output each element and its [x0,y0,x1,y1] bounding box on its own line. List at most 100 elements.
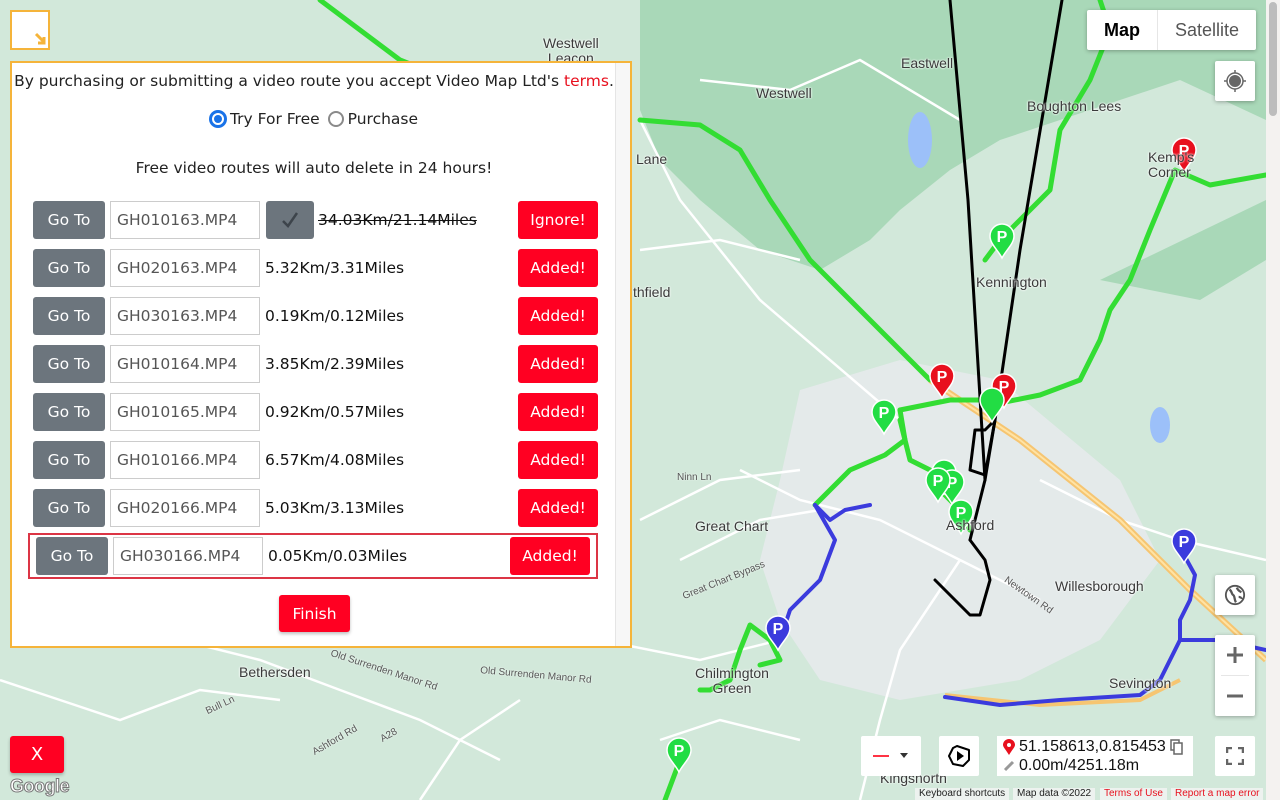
video-route-row: Go To GH010166.MP4 6.57Km/4.08Miles Added! [33,441,598,479]
terms-of-use-link[interactable]: Terms of Use [1100,788,1167,800]
filename-field[interactable]: GH020166.MP4 [110,489,260,527]
filename-field[interactable]: GH010164.MP4 [110,345,260,383]
report-map-error-link[interactable]: Report a map error [1171,788,1264,800]
place-label: Boughton Lees [1027,98,1122,114]
zoom-control [1215,635,1255,716]
route-distance: 5.32Km/3.31Miles [265,259,405,277]
added-button[interactable]: Added! [518,441,598,479]
minus-icon [1227,694,1243,698]
zoom-out-button[interactable] [1215,676,1255,716]
added-button[interactable]: Added! [518,297,598,335]
close-button[interactable]: X [10,736,64,773]
added-button[interactable]: Added! [518,393,598,431]
video-route-row: Go To GH030166.MP4 0.05Km/0.03Miles Added! [28,533,598,579]
ruler-icon [1003,760,1015,772]
zoom-in-button[interactable] [1215,635,1255,675]
go-to-button[interactable]: Go To [33,297,105,335]
map-data-attribution: Map data ©2022 [1013,788,1096,800]
map-type-control: Map Satellite [1087,10,1257,50]
svg-text:P: P [773,621,784,638]
finish-button[interactable]: Finish [279,595,350,632]
go-to-button[interactable]: Go To [33,345,105,383]
place-label: Lane [636,151,668,167]
fullscreen-icon [1226,747,1244,765]
route-distance: 3.85Km/2.39Miles [265,355,405,373]
terms-link[interactable]: terms [564,72,609,90]
go-to-button[interactable]: Go To [33,201,105,239]
globe-button[interactable] [1215,575,1255,615]
filename-field[interactable]: GH030163.MP4 [110,297,260,335]
video-route-row: Go To GH010163.MP4 34.03Km/21.14Miles Ignor… [33,201,598,239]
go-to-button[interactable]: Go To [33,249,105,287]
filename-field[interactable]: GH010163.MP4 [110,201,260,239]
video-route-panel: By purchasing or submitting a video rout… [10,61,632,648]
svg-text:P: P [1179,534,1190,551]
globe-icon [1224,584,1246,606]
video-route-row: Go To GH010164.MP4 3.85Km/2.39Miles Added! [33,345,598,383]
map-type-map-button[interactable]: Map [1087,10,1157,50]
radio-label-purchase[interactable]: Purchase [348,110,418,128]
place-label: thfield [633,284,671,300]
checkmark-icon [282,212,299,228]
added-button[interactable]: Added! [518,345,598,383]
caret-down-icon [900,753,908,758]
ignore-checkbox[interactable] [266,201,314,239]
go-to-button[interactable]: Go To [33,489,105,527]
keyboard-shortcuts-link[interactable]: Keyboard shortcuts [915,788,1010,800]
copy-icon[interactable] [1170,739,1184,755]
road-label: Ninn Ln [677,472,712,483]
arrow-down-right-icon [34,32,46,45]
added-button[interactable]: Added! [510,537,590,575]
go-to-button[interactable]: Go To [33,441,105,479]
my-location-button[interactable] [1215,61,1255,101]
auto-delete-notice: Free video routes will auto delete in 24… [135,159,493,177]
line-style-dropdown[interactable] [861,736,921,776]
place-label: Ashford [946,517,995,533]
plus-icon [1227,647,1243,663]
filename-field[interactable]: GH010165.MP4 [110,393,260,431]
go-to-button[interactable]: Go To [36,537,108,575]
place-label: Bethersden [239,664,311,680]
map-type-satellite-button[interactable]: Satellite [1157,10,1256,50]
route-distance: 0.05Km/0.03Miles [268,547,408,565]
go-to-button[interactable]: Go To [33,393,105,431]
terms-text: By purchasing or submitting a video rout… [14,72,565,90]
place-label: Great Chart [695,518,769,534]
filename-field[interactable]: GH020163.MP4 [110,249,260,287]
scrollbar-thumb[interactable] [1269,2,1277,116]
coordinates-readout: 51.158613,0.815453 0.00m/4251.18m [997,736,1193,776]
place-label: Kennington [976,274,1047,290]
video-route-row: Go To GH030163.MP4 0.19Km/0.12Miles Added! [33,297,598,335]
place-label: Sevington [1109,675,1172,691]
svg-text:P: P [937,369,948,386]
page-scrollbar[interactable] [1266,0,1280,800]
video-route-row: Go To GH020166.MP4 5.03Km/3.13Miles Added! [33,489,598,527]
map-pin-icon [1003,739,1015,755]
ignore-button[interactable]: Ignore! [518,201,598,239]
route-distance: 34.03Km/21.14Miles [318,211,477,229]
place-label: Kemp's Corner [1148,149,1195,180]
place-label: Chilmington Green [695,665,769,696]
crosshair-icon [1224,70,1246,92]
collapse-panel-button[interactable] [10,10,50,50]
route-distance: 0.92Km/0.57Miles [265,403,405,421]
svg-text:P: P [997,229,1008,246]
video-route-row: Go To GH010165.MP4 0.92Km/0.57Miles Added! [33,393,598,431]
line-color-sample [873,755,889,757]
radio-label-try-for-free[interactable]: Try For Free [230,110,320,128]
fullscreen-button[interactable] [1215,736,1255,776]
added-button[interactable]: Added! [518,489,598,527]
place-label: Westwell [756,85,812,101]
radio-purchase[interactable] [327,111,344,127]
radio-try-for-free[interactable] [209,111,226,127]
filename-field[interactable]: GH010166.MP4 [110,441,260,479]
added-button[interactable]: Added! [518,249,598,287]
lake [908,112,932,168]
drag-play-button[interactable] [939,736,979,776]
svg-text:P: P [933,473,944,490]
terms-notice: By purchasing or submitting a video rout… [12,72,616,90]
panel-scrollbar[interactable] [615,63,630,646]
google-logo: Google [10,776,71,797]
filename-field[interactable]: GH030166.MP4 [113,537,263,575]
measure-value: 0.00m/4251.18m [1019,757,1140,774]
